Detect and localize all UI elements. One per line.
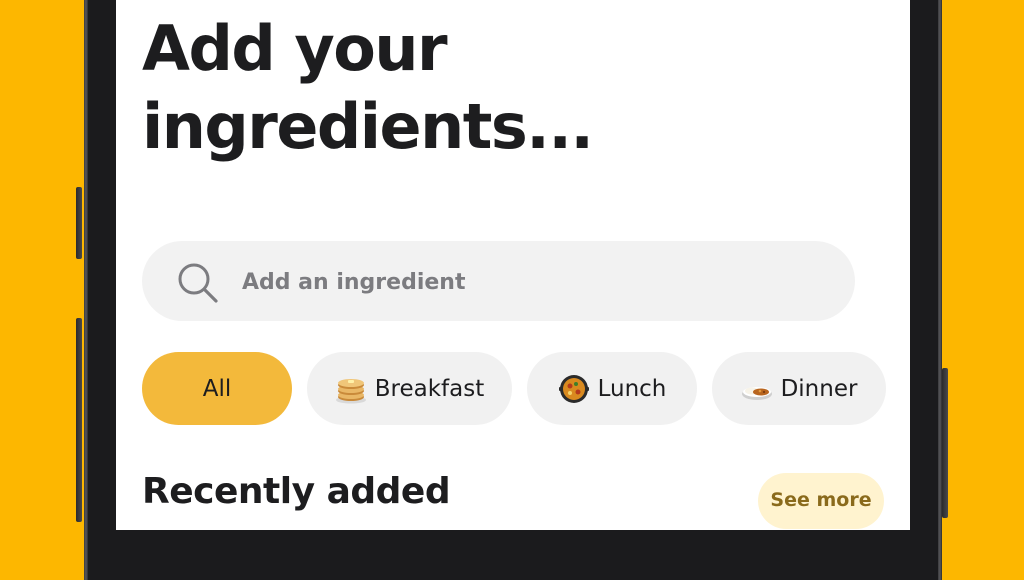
filter-chip-dinner[interactable]: Dinner — [712, 352, 886, 425]
page-title-line-2: ingredients... — [142, 90, 594, 163]
see-more-button[interactable]: See more — [758, 473, 884, 529]
curry-rice-icon — [741, 386, 772, 400]
filter-chip-lunch-label: Lunch — [597, 375, 667, 402]
filter-chip-breakfast[interactable]: Breakfast — [307, 352, 512, 425]
paella-pan-icon — [558, 374, 589, 403]
pancakes-icon — [335, 378, 366, 403]
app-screen: Add your ingredients... All Breakfast — [116, 0, 910, 530]
phone-silent-switch — [76, 492, 82, 522]
phone-volume-down-button — [76, 318, 82, 498]
phone-frame-edge-left — [84, 0, 88, 580]
filter-chip-all-label: All — [202, 375, 232, 402]
recently-added-header: Recently added — [142, 471, 451, 512]
filter-chip-breakfast-label: Breakfast — [374, 375, 485, 402]
phone-volume-up-button — [76, 187, 82, 259]
filter-chip-all[interactable]: All — [142, 352, 292, 425]
filter-chip-lunch[interactable]: Lunch — [527, 352, 697, 425]
search-input[interactable] — [240, 241, 804, 323]
page-title: Add your ingredients... — [142, 10, 842, 166]
search-bar[interactable] — [142, 241, 855, 323]
filter-chip-dinner-label: Dinner — [780, 375, 858, 402]
page-title-line-1: Add your — [142, 12, 448, 85]
search-icon — [178, 263, 218, 303]
phone-power-button — [942, 368, 948, 518]
